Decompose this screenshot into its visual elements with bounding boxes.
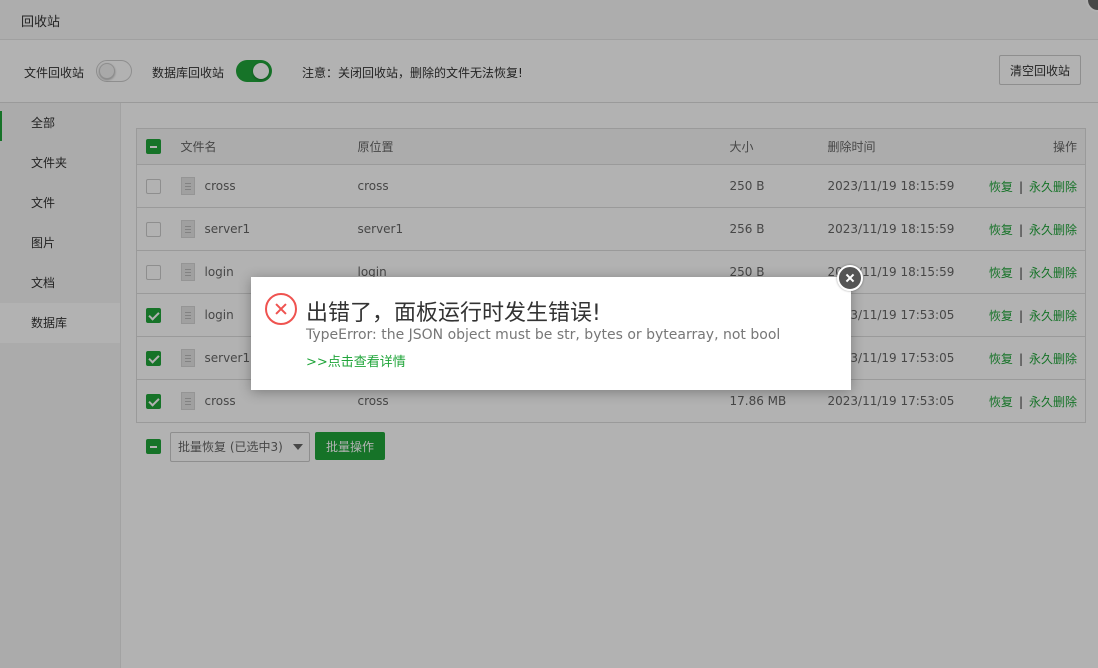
error-dialog: 出错了，面板运行时发生错误! TypeError: the JSON objec… <box>251 265 863 390</box>
view-details-link[interactable]: >>点击查看详情 <box>306 351 406 370</box>
error-title: 出错了，面板运行时发生错误! <box>306 301 601 326</box>
error-icon <box>265 293 297 325</box>
error-message: TypeError: the JSON object must be str, … <box>306 327 781 343</box>
close-icon[interactable] <box>837 265 863 291</box>
